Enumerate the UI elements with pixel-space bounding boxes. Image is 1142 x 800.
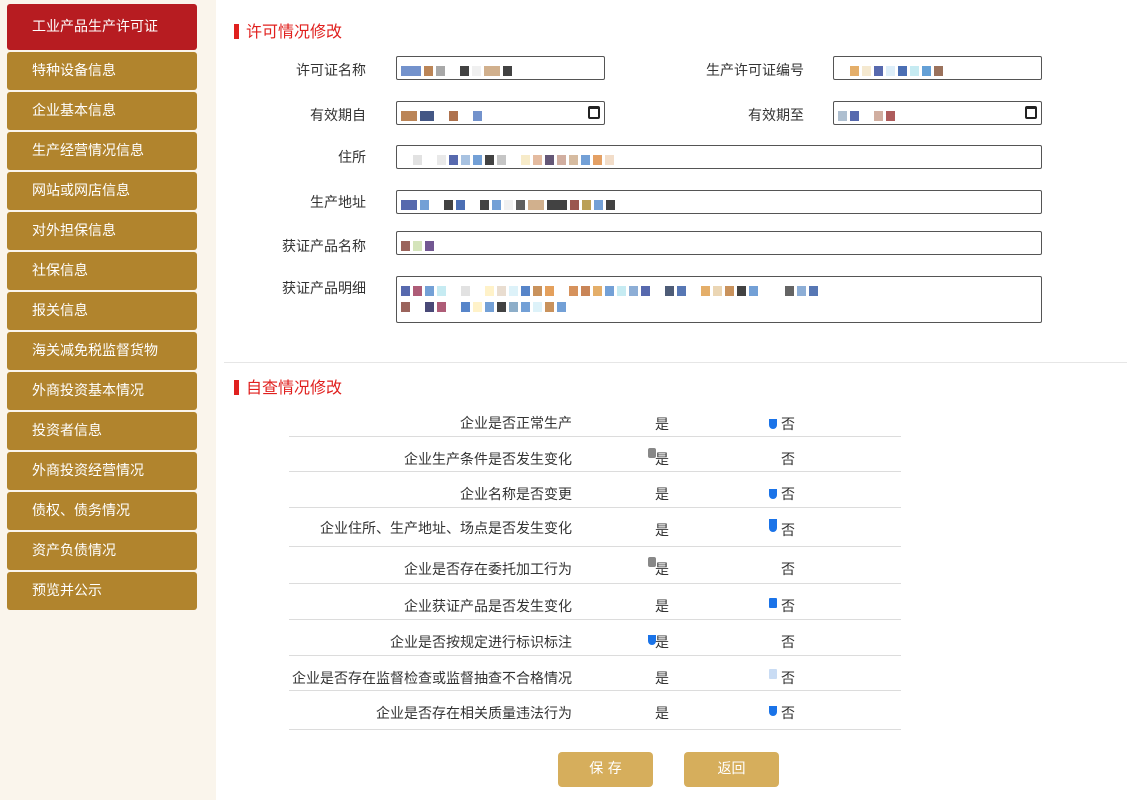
license-section-title-text: 许可情况修改 bbox=[246, 22, 343, 41]
sidebar-nav: 工业产品生产许可证 特种设备信息 企业基本信息 生产经营情况信息 网站或网店信息… bbox=[7, 4, 197, 612]
no-option[interactable]: 否 bbox=[781, 596, 795, 616]
yes-option[interactable]: 是 bbox=[655, 520, 669, 540]
yes-option[interactable]: 是 bbox=[655, 484, 669, 504]
product-detail-textarea[interactable] bbox=[396, 276, 1042, 323]
product-name-input[interactable] bbox=[396, 231, 1042, 255]
question-row: 企业是否存在委托加工行为 是 否 bbox=[289, 547, 901, 584]
redacted-value bbox=[401, 63, 596, 76]
redacted-value bbox=[838, 108, 1011, 121]
residence-label: 住所 bbox=[338, 150, 366, 166]
question-row: 企业是否正常生产 是 否 bbox=[289, 405, 901, 437]
yes-option[interactable]: 是 bbox=[655, 449, 669, 469]
sidebar-item-foreign-investment[interactable]: 外商投资基本情况 bbox=[7, 372, 197, 410]
no-radio[interactable] bbox=[769, 669, 777, 679]
sidebar-item-guarantee[interactable]: 对外担保信息 bbox=[7, 212, 197, 250]
question-text: 企业是否正常生产 bbox=[460, 416, 572, 432]
redacted-value bbox=[401, 238, 461, 251]
no-radio-selected[interactable] bbox=[769, 706, 777, 716]
sidebar-item-debt[interactable]: 债权、债务情况 bbox=[7, 492, 197, 530]
valid-from-label: 有效期自 bbox=[310, 108, 366, 124]
sidebar-item-industrial-license[interactable]: 工业产品生产许可证 bbox=[7, 4, 197, 50]
question-text: 企业是否存在委托加工行为 bbox=[404, 562, 572, 578]
production-address-label: 生产地址 bbox=[310, 195, 366, 211]
section-divider bbox=[224, 362, 1127, 363]
sidebar-item-investor[interactable]: 投资者信息 bbox=[7, 412, 197, 450]
question-row: 企业生产条件是否发生变化 是 否 bbox=[289, 437, 901, 472]
sidebar-item-website[interactable]: 网站或网店信息 bbox=[7, 172, 197, 210]
no-option[interactable]: 否 bbox=[781, 414, 795, 434]
sidebar-item-enterprise-basic[interactable]: 企业基本信息 bbox=[7, 92, 197, 130]
no-option[interactable]: 否 bbox=[781, 520, 795, 540]
no-option[interactable]: 否 bbox=[781, 484, 795, 504]
redacted-value bbox=[838, 63, 1033, 76]
question-row: 企业是否按规定进行标识标注 是 否 bbox=[289, 620, 901, 656]
question-text: 企业名称是否变更 bbox=[460, 487, 572, 503]
selfcheck-section-title-text: 自查情况修改 bbox=[246, 378, 343, 397]
product-detail-label: 获证产品明细 bbox=[282, 281, 366, 297]
title-bar-marker bbox=[234, 380, 239, 395]
no-radio-selected[interactable] bbox=[769, 419, 777, 429]
sidebar-item-customs[interactable]: 报关信息 bbox=[7, 292, 197, 330]
license-name-input[interactable] bbox=[396, 56, 605, 80]
redacted-value bbox=[401, 108, 574, 121]
no-option[interactable]: 否 bbox=[781, 449, 795, 469]
no-option[interactable]: 否 bbox=[781, 632, 795, 652]
question-row: 企业获证产品是否发生变化 是 否 bbox=[289, 584, 901, 620]
sidebar-item-customs-tax[interactable]: 海关减免税监督货物 bbox=[7, 332, 197, 370]
question-row: 企业是否存在监督检查或监督抽查不合格情况 是 否 bbox=[289, 656, 901, 691]
main-panel: 许可情况修改 许可证名称 生产许可证编号 有效期自 有效期至 住所 生产地址 获… bbox=[216, 0, 1142, 800]
back-button[interactable]: 返回 bbox=[684, 752, 779, 787]
yes-option[interactable]: 是 bbox=[655, 596, 669, 616]
license-name-label: 许可证名称 bbox=[296, 63, 366, 79]
calendar-icon[interactable] bbox=[1025, 106, 1037, 119]
license-number-label: 生产许可证编号 bbox=[706, 63, 804, 79]
production-address-input[interactable] bbox=[396, 190, 1042, 214]
yes-option[interactable]: 是 bbox=[655, 668, 669, 688]
sidebar-item-operations[interactable]: 生产经营情况信息 bbox=[7, 132, 197, 170]
redacted-value bbox=[401, 152, 711, 165]
redacted-value bbox=[401, 197, 711, 210]
title-bar-marker bbox=[234, 24, 239, 39]
question-text: 企业住所、生产地址、场点是否发生变化 bbox=[320, 521, 572, 537]
no-option[interactable]: 否 bbox=[781, 668, 795, 688]
license-number-input[interactable] bbox=[833, 56, 1042, 80]
no-radio-selected[interactable] bbox=[769, 489, 777, 499]
license-section-title: 许可情况修改 bbox=[234, 18, 342, 42]
question-row: 企业住所、生产地址、场点是否发生变化 是 否 bbox=[289, 508, 901, 547]
yes-option[interactable]: 是 bbox=[655, 632, 669, 652]
sidebar-item-balance-sheet[interactable]: 资产负债情况 bbox=[7, 532, 197, 570]
question-text: 企业是否存在相关质量违法行为 bbox=[376, 706, 572, 722]
question-text: 企业获证产品是否发生变化 bbox=[404, 599, 572, 615]
valid-to-label: 有效期至 bbox=[748, 108, 804, 124]
question-text: 企业是否按规定进行标识标注 bbox=[390, 635, 572, 651]
yes-option[interactable]: 是 bbox=[655, 703, 669, 723]
calendar-icon[interactable] bbox=[588, 106, 600, 119]
valid-from-date-input[interactable] bbox=[396, 101, 605, 125]
yes-option[interactable]: 是 bbox=[655, 559, 669, 579]
no-option[interactable]: 否 bbox=[781, 703, 795, 723]
sidebar-item-special-equipment[interactable]: 特种设备信息 bbox=[7, 52, 197, 90]
sidebar-item-foreign-operations[interactable]: 外商投资经营情况 bbox=[7, 452, 197, 490]
no-radio-selected[interactable] bbox=[769, 519, 777, 532]
no-option[interactable]: 否 bbox=[781, 559, 795, 579]
no-radio-selected[interactable] bbox=[769, 598, 777, 608]
redacted-value bbox=[401, 283, 1021, 313]
product-name-label: 获证产品名称 bbox=[282, 239, 366, 255]
selfcheck-section-title: 自查情况修改 bbox=[234, 374, 342, 398]
question-text: 企业生产条件是否发生变化 bbox=[404, 452, 572, 468]
yes-option[interactable]: 是 bbox=[655, 414, 669, 434]
question-row: 企业名称是否变更 是 否 bbox=[289, 472, 901, 508]
sidebar-item-preview-publish[interactable]: 预览并公示 bbox=[7, 572, 197, 610]
question-text: 企业是否存在监督检查或监督抽查不合格情况 bbox=[292, 671, 572, 687]
valid-to-date-input[interactable] bbox=[833, 101, 1042, 125]
question-row: 企业是否存在相关质量违法行为 是 否 bbox=[289, 691, 901, 730]
residence-input[interactable] bbox=[396, 145, 1042, 169]
save-button[interactable]: 保 存 bbox=[558, 752, 653, 787]
sidebar-item-social-security[interactable]: 社保信息 bbox=[7, 252, 197, 290]
